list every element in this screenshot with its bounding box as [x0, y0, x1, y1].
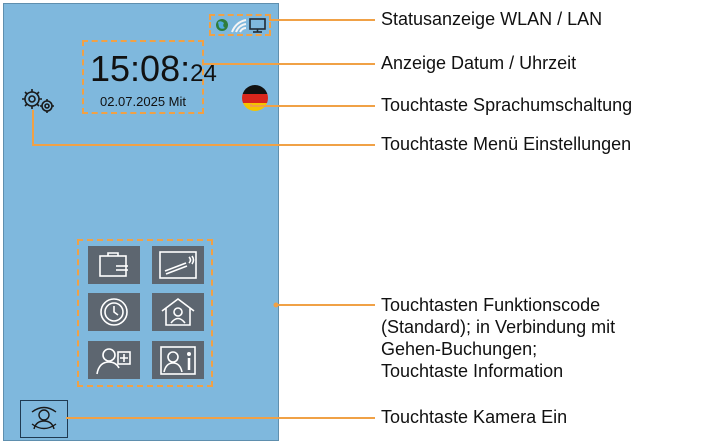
datetime-display: 15:08:24 02.07.2025 Mit [82, 40, 217, 114]
face-camera-icon [31, 406, 57, 430]
callout-settings: Touchtaste Menü Einstellungen [381, 134, 632, 154]
user-add-icon [96, 348, 131, 375]
function-key-5[interactable] [88, 341, 140, 379]
callout-function-line: Touchtaste Information [381, 361, 564, 381]
function-keys-group [77, 239, 213, 387]
language-button[interactable] [240, 83, 270, 113]
function-key-1[interactable] [88, 246, 140, 284]
briefcase-exit-icon [99, 252, 128, 277]
callout-language: Touchtaste Sprachumschaltung [381, 95, 633, 115]
function-key-4[interactable] [152, 293, 204, 331]
time-readout: 15:08:24 [90, 48, 217, 90]
wifi-icon [231, 19, 247, 33]
callout-function-line: Touchtasten Funktionscode [381, 295, 601, 315]
callout-function-line: (Standard); in Verbindung mit [381, 317, 616, 337]
camera-button[interactable] [20, 400, 68, 438]
terminal-screen: 15:08:24 02.07.2025 Mit [3, 3, 279, 441]
status-indicator [209, 14, 271, 36]
callout-camera: Touchtaste Kamera Ein [381, 407, 568, 427]
german-flag-icon [242, 85, 268, 111]
user-info-icon [160, 346, 196, 375]
callout-function-keys: Touchtasten Funktionscode (Standard); in… [381, 294, 615, 382]
home-office-icon [161, 298, 195, 326]
date-readout: 02.07.2025 Mit [99, 94, 186, 109]
function-key-6[interactable] [152, 341, 204, 379]
callout-status: Statusanzeige WLAN / LAN [381, 9, 603, 29]
callout-datetime: Anzeige Datum / Uhrzeit [381, 53, 577, 73]
function-key-3[interactable] [88, 293, 140, 331]
smoking-break-icon [159, 251, 197, 279]
settings-button[interactable] [18, 84, 58, 118]
globe-icon [216, 19, 228, 31]
function-key-2[interactable] [152, 246, 204, 284]
clock-icon [100, 298, 128, 326]
callout-function-line: Gehen-Buchungen; [381, 339, 538, 359]
time-seconds: 24 [190, 60, 217, 87]
time-hours-minutes: 15:08: [90, 48, 191, 89]
lan-monitor-icon [249, 18, 266, 33]
gears-icon [22, 89, 54, 113]
